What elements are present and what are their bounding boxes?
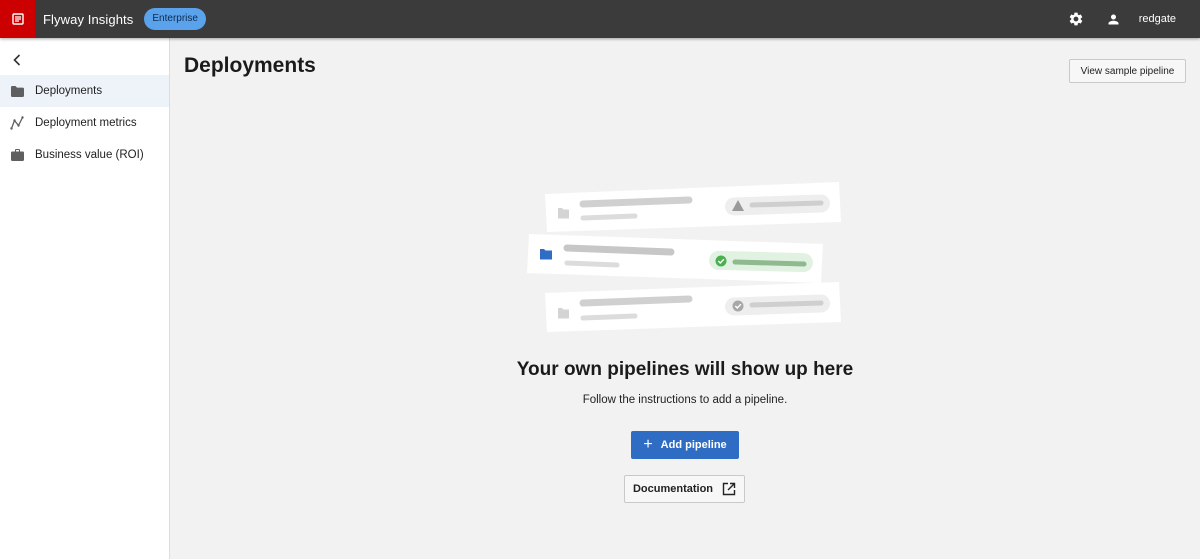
app-title[interactable]: Flyway Insights (43, 12, 133, 27)
sidebar-item-label: Deployments (35, 85, 103, 97)
chevron-left-icon[interactable] (8, 52, 26, 68)
add-pipeline-label: Add pipeline (660, 439, 727, 451)
user-icon[interactable] (1103, 8, 1125, 30)
sidebar: Deployments Deployment metrics Business … (0, 38, 170, 559)
edition-badge: Enterprise (144, 8, 206, 30)
page-title: Deployments (184, 54, 316, 77)
sidebar-item-deployments[interactable]: Deployments (0, 75, 169, 107)
documentation-label: Documentation (632, 483, 714, 495)
sidebar-item-label: Deployment metrics (35, 117, 137, 129)
line-chart-icon (10, 116, 24, 130)
sidebar-item-business-value[interactable]: Business value (ROI) (0, 139, 169, 171)
briefcase-icon (10, 148, 24, 162)
brand-name[interactable]: redgate (1139, 13, 1176, 25)
gear-icon[interactable] (1065, 8, 1087, 30)
documentation-button[interactable]: Documentation (624, 475, 745, 503)
external-link-icon (722, 482, 736, 496)
plus-icon: + (643, 436, 653, 453)
add-pipeline-button[interactable]: + Add pipeline (631, 431, 739, 459)
view-sample-pipeline-button[interactable]: View sample pipeline (1069, 59, 1186, 83)
top-right-controls: redgate (1065, 0, 1200, 38)
sidebar-item-label: Business value (ROI) (35, 149, 144, 161)
empty-state-heading: Your own pipelines will show up here (516, 359, 854, 380)
empty-state-subtext: Follow the instructions to add a pipelin… (582, 394, 788, 406)
empty-pipelines-illustration (527, 182, 841, 332)
top-bar: Flyway Insights Enterprise redgate (0, 0, 1200, 38)
sidebar-item-deployment-metrics[interactable]: Deployment metrics (0, 107, 169, 139)
flyway-logo-icon[interactable] (0, 0, 35, 38)
folder-icon (10, 84, 24, 98)
